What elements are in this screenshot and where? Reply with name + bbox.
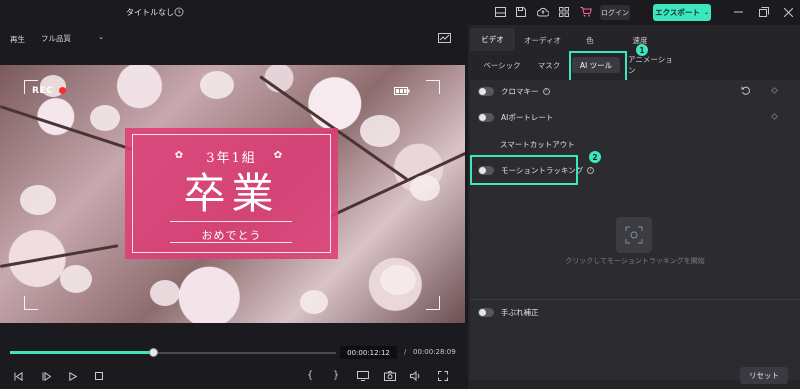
ai-portrait-toggle[interactable]: [478, 112, 494, 122]
feature-label: スマートカットアウト: [500, 139, 575, 149]
feature-label: 手ぶれ補正: [501, 307, 539, 317]
stabilization-toggle[interactable]: [478, 307, 494, 317]
chevron-down-icon: ⌄: [98, 33, 104, 41]
frame-corner: [426, 296, 440, 310]
feature-label: クロマキー: [501, 86, 539, 96]
stop-icon[interactable]: [93, 370, 105, 382]
timeline-progress: [10, 351, 154, 354]
quality-value: フル品質: [41, 33, 71, 43]
minimize-icon[interactable]: [732, 6, 744, 18]
display-icon[interactable]: [356, 370, 370, 382]
step-badge-2: 2: [589, 151, 601, 163]
play-icon[interactable]: [67, 370, 79, 382]
previous-frame-icon[interactable]: [12, 370, 24, 382]
motion-tracking-highlight: [470, 155, 578, 185]
feature-row-chroma-key: クロマキー ?: [478, 84, 550, 98]
chevron-down-icon: ⌄: [703, 9, 709, 16]
title-card-main: 卒業: [183, 169, 280, 218]
feature-row-smart-cutout: スマートカットアウト: [500, 137, 575, 151]
fullscreen-icon[interactable]: [436, 370, 449, 382]
subtab-basic[interactable]: ベーシック: [480, 57, 524, 73]
reset-icon[interactable]: [740, 85, 752, 97]
maximize-icon[interactable]: [758, 6, 770, 18]
frame-corner: [24, 296, 38, 310]
frame-corner: [426, 80, 440, 94]
tab-color[interactable]: 色: [580, 33, 600, 47]
subtab-animation[interactable]: アニメーション: [628, 55, 680, 75]
camera-icon[interactable]: [383, 370, 396, 382]
help-icon[interactable]: ?: [587, 166, 595, 174]
playback-label: 再生: [10, 35, 25, 44]
title-card-footer: おめでとう: [201, 229, 262, 242]
export-label: エクスポート: [655, 8, 700, 17]
mark-in-icon[interactable]: {: [305, 369, 315, 381]
title-card-divider: [170, 242, 292, 243]
login-button[interactable]: ログイン: [600, 5, 630, 20]
quality-select[interactable]: フル品質 ⌄: [38, 31, 110, 45]
reset-button[interactable]: リセット: [740, 367, 788, 384]
section-divider: [470, 299, 800, 300]
motion-tracking-start-button[interactable]: [616, 217, 652, 253]
play-step-icon[interactable]: [40, 370, 52, 382]
rec-indicator-dot: [59, 87, 66, 94]
time-separator: /: [404, 348, 407, 356]
feature-row-stabilization: 手ぶれ補正: [478, 305, 539, 319]
tab-audio[interactable]: オーディオ: [520, 33, 565, 47]
battery-icon: [394, 86, 410, 95]
motion-tracking-hint: クリックしてモーショントラッキングを開始: [565, 257, 705, 265]
clock-icon[interactable]: [173, 6, 185, 18]
mark-out-icon[interactable]: }: [331, 369, 341, 381]
save-icon[interactable]: [515, 6, 527, 18]
feature-label: AIポートレート: [501, 112, 554, 122]
help-icon[interactable]: ?: [542, 87, 550, 95]
export-button[interactable]: エクスポート ⌄: [653, 4, 711, 21]
subtab-mask[interactable]: マスク: [534, 57, 564, 73]
snapshot-chart-icon[interactable]: [437, 32, 451, 44]
current-time: 00:00:12:12: [340, 346, 397, 359]
grid-apps-icon[interactable]: [558, 6, 570, 18]
feature-row-ai-portrait: AIポートレート: [478, 110, 553, 124]
project-title: タイトルなし: [126, 8, 174, 17]
ai-tools-highlight: [569, 51, 627, 83]
step-badge-1: 1: [636, 44, 648, 56]
title-card-divider: [170, 221, 292, 222]
total-time: 00:00:28:09: [413, 348, 456, 356]
layout-icon[interactable]: [494, 6, 506, 18]
close-icon[interactable]: [782, 6, 794, 18]
volume-icon[interactable]: [409, 370, 422, 382]
rec-label: REC: [32, 86, 54, 96]
cart-icon[interactable]: [579, 6, 592, 18]
cloud-upload-icon[interactable]: [536, 6, 549, 18]
tab-video[interactable]: ビデオ: [470, 28, 515, 51]
chroma-key-toggle[interactable]: [478, 86, 494, 96]
